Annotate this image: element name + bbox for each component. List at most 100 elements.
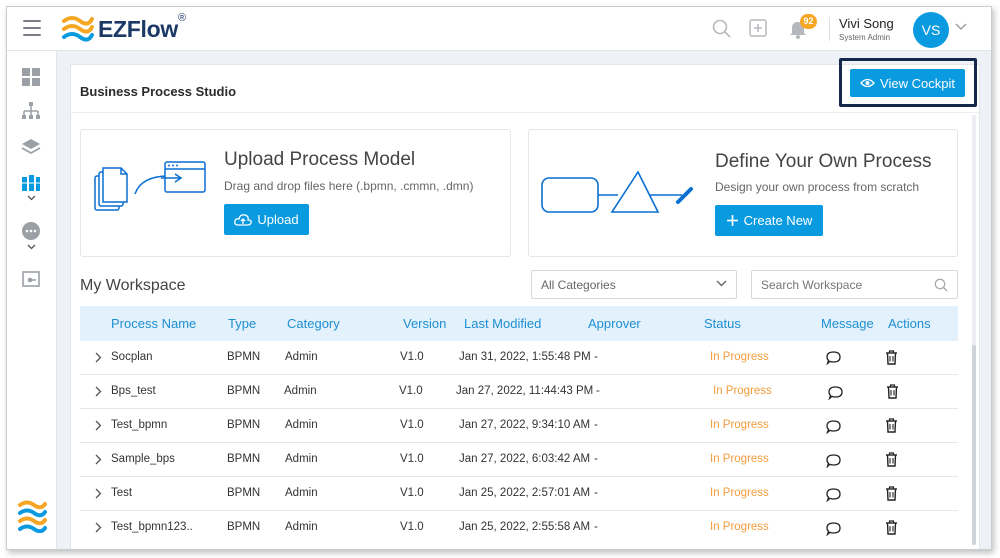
column-header-status[interactable]: Status — [704, 316, 741, 331]
approver: - — [594, 351, 598, 363]
message-icon[interactable] — [826, 351, 841, 365]
last-modified: Jan 25, 2022, 2:55:58 AM — [459, 521, 591, 533]
table-row[interactable]: Test_bpmn BPMN Admin V1.0 Jan 27, 2022, … — [80, 409, 958, 443]
table-row[interactable]: Test_bpmn123.. BPMN Admin V1.0 Jan 25, 2… — [80, 511, 958, 545]
table-header: Process Name Type Category Version Last … — [80, 306, 958, 341]
process-diagram-illustration-icon — [541, 170, 693, 213]
license-key-icon[interactable] — [21, 269, 41, 289]
chevron-down-icon[interactable] — [955, 23, 967, 31]
search-icon[interactable] — [712, 19, 732, 39]
last-modified: Jan 31, 2022, 1:55:48 PM — [459, 351, 591, 363]
message-icon[interactable] — [826, 420, 841, 434]
dashboard-grid-icon[interactable] — [21, 67, 41, 87]
table-row[interactable]: Bps_test BPMN Admin V1.0 Jan 27, 2022, 1… — [80, 375, 958, 409]
trash-icon[interactable] — [886, 384, 899, 399]
view-cockpit-highlight: View Cockpit — [839, 58, 977, 107]
table-row[interactable]: Socplan BPMN Admin V1.0 Jan 31, 2022, 1:… — [80, 341, 958, 375]
divider — [829, 17, 830, 41]
process-name[interactable]: Test_bpmn123.. — [111, 521, 193, 533]
last-modified: Jan 25, 2022, 2:57:01 AM — [459, 487, 591, 499]
chevron-down-icon[interactable] — [27, 244, 36, 250]
add-square-icon[interactable] — [749, 19, 767, 37]
chevron-down-icon — [716, 280, 727, 287]
ezflow-logo-mark-icon — [62, 16, 94, 42]
column-header-version[interactable]: Version — [403, 316, 446, 331]
column-header-last-modified[interactable]: Last Modified — [464, 316, 541, 331]
table-row[interactable]: Test BPMN Admin V1.0 Jan 25, 2022, 2:57:… — [80, 477, 958, 511]
message-icon[interactable] — [826, 488, 841, 502]
message-icon[interactable] — [826, 454, 841, 468]
column-header-category[interactable]: Category — [287, 316, 340, 331]
page-title: Business Process Studio — [80, 84, 237, 99]
upload-files-illustration-icon — [94, 161, 206, 211]
chevron-right-icon[interactable] — [95, 352, 102, 363]
process-category: Admin — [285, 419, 318, 431]
process-version: V1.0 — [400, 487, 424, 499]
approver: - — [596, 385, 600, 397]
define-own-process-card[interactable]: Define Your Own Process Design your own … — [528, 129, 958, 257]
trash-icon[interactable] — [885, 486, 898, 501]
trash-icon[interactable] — [885, 418, 898, 433]
process-category: Admin — [285, 487, 318, 499]
status-badge: In Progress — [713, 385, 772, 397]
upload-process-model-card[interactable]: Upload Process Model Drag and drop files… — [80, 129, 511, 257]
status-badge: In Progress — [710, 487, 769, 499]
chevron-right-icon[interactable] — [95, 454, 102, 465]
chevron-right-icon[interactable] — [95, 522, 102, 533]
approver: - — [594, 487, 598, 499]
column-header-type[interactable]: Type — [228, 316, 256, 331]
approver: - — [594, 521, 598, 533]
column-header-message: Message — [821, 316, 874, 331]
chevron-down-icon[interactable] — [27, 195, 36, 201]
process-type: BPMN — [227, 419, 261, 431]
ezflow-logo[interactable]: EZFlow® — [62, 11, 186, 44]
hamburger-menu-icon[interactable] — [23, 20, 41, 36]
message-icon[interactable] — [828, 386, 843, 400]
chevron-right-icon[interactable] — [95, 420, 102, 431]
define-card-title: Define Your Own Process — [715, 151, 932, 172]
create-new-button[interactable]: Create New — [715, 205, 823, 236]
status-badge: In Progress — [710, 351, 769, 363]
business-process-studio-panel: Business Process Studio View Cockpit Upl… — [70, 58, 980, 549]
org-chart-icon[interactable] — [21, 101, 41, 121]
layers-icon[interactable] — [21, 137, 41, 157]
status-badge: In Progress — [710, 453, 769, 465]
trash-icon[interactable] — [885, 520, 898, 535]
app-window: EZFlow® 92 Vivi Song System Admin VS Bus… — [6, 6, 992, 550]
process-studio-icon[interactable] — [21, 173, 41, 193]
last-modified: Jan 27, 2022, 11:44:43 PM — [456, 385, 594, 397]
user-name: Vivi Song — [839, 16, 894, 31]
view-cockpit-button[interactable]: View Cockpit — [850, 69, 965, 97]
logo-text: EZFlow® — [98, 11, 186, 42]
search-icon[interactable] — [934, 278, 948, 292]
column-header-process-name[interactable]: Process Name — [111, 316, 196, 331]
process-type: BPMN — [227, 453, 261, 465]
category-select[interactable]: All Categories — [531, 270, 737, 299]
workspace-title: My Workspace — [80, 277, 186, 294]
process-type: BPMN — [227, 487, 261, 499]
chevron-right-icon[interactable] — [95, 488, 102, 499]
status-badge: In Progress — [710, 521, 769, 533]
avatar[interactable]: VS — [913, 12, 949, 48]
vertical-scrollbar[interactable] — [972, 115, 976, 545]
process-name[interactable]: Socplan — [111, 351, 153, 363]
upload-button[interactable]: Upload — [224, 204, 309, 235]
scrollbar-thumb[interactable] — [972, 345, 976, 545]
upload-button-label: Upload — [257, 212, 299, 227]
search-workspace-input[interactable] — [751, 270, 958, 299]
process-name[interactable]: Test_bpmn — [111, 419, 167, 431]
user-role: System Admin — [839, 33, 891, 42]
process-type: BPMN — [227, 351, 261, 363]
trash-icon[interactable] — [885, 350, 898, 365]
process-version: V1.0 — [400, 419, 424, 431]
process-name[interactable]: Test — [111, 487, 132, 499]
more-options-icon[interactable] — [21, 221, 41, 241]
column-header-approver[interactable]: Approver — [588, 316, 641, 331]
table-row[interactable]: Sample_bps BPMN Admin V1.0 Jan 27, 2022,… — [80, 443, 958, 477]
process-name[interactable]: Bps_test — [111, 385, 156, 397]
status-badge: In Progress — [710, 419, 769, 431]
chevron-right-icon[interactable] — [95, 386, 102, 397]
message-icon[interactable] — [826, 522, 841, 536]
trash-icon[interactable] — [885, 452, 898, 467]
process-name[interactable]: Sample_bps — [111, 453, 175, 465]
